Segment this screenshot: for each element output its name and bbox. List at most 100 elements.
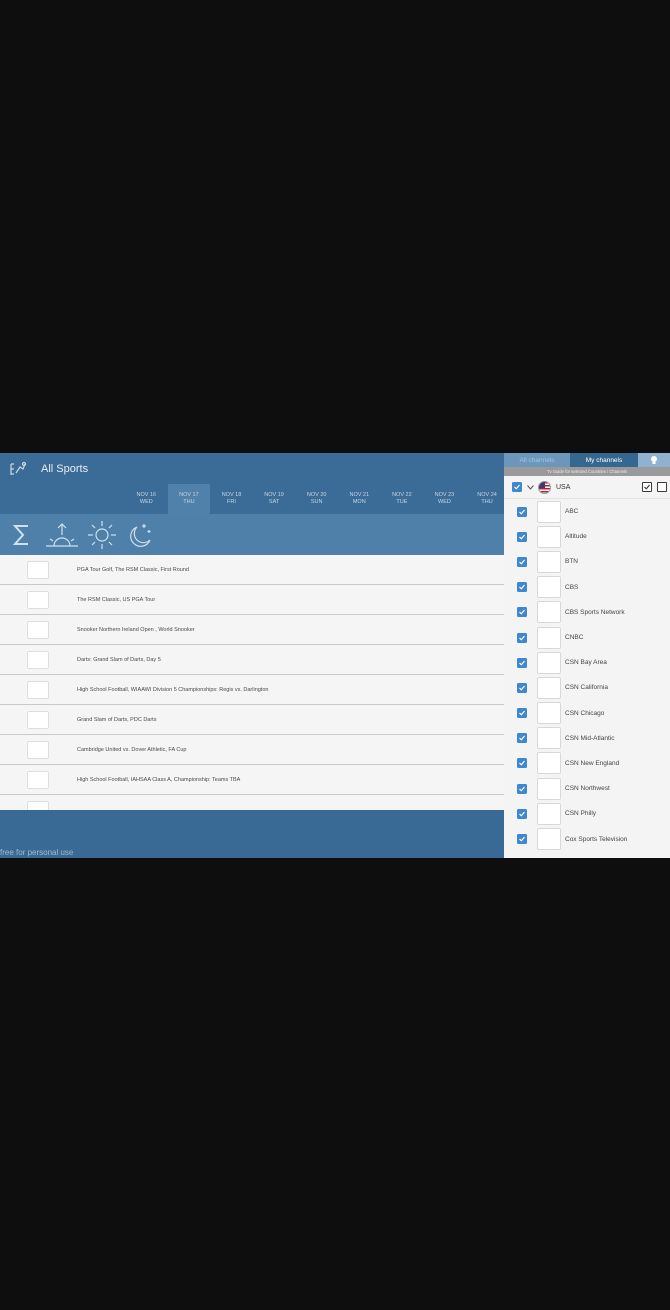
date-tab[interactable]: NOV 19 SAT <box>253 484 296 514</box>
channel-checkbox[interactable] <box>517 733 527 744</box>
channel-name: Cox Sports Television <box>565 835 628 843</box>
channel-logo-icon <box>27 710 49 729</box>
channel-checkbox[interactable] <box>517 758 527 769</box>
date-tab[interactable]: NOV 22 TUE <box>381 484 424 514</box>
channel-checkbox[interactable] <box>517 808 527 819</box>
footer: free for personal use <box>0 810 504 858</box>
country-row: USA <box>504 476 670 499</box>
date-tab[interactable]: NOV 24 THU <box>466 484 509 514</box>
channel-logo-icon <box>537 802 561 825</box>
date-tab[interactable]: NOV 17 THU <box>167 484 211 514</box>
channel-logo-icon <box>537 651 561 674</box>
channel-row[interactable]: Altitude <box>504 524 670 549</box>
channel-checkbox[interactable] <box>517 531 527 542</box>
sports-logo-icon[interactable] <box>9 461 27 477</box>
select-all-checkbox[interactable] <box>642 482 652 492</box>
tab-all-channels[interactable]: All channels <box>504 453 570 467</box>
event-row[interactable]: PGA Tour Golf, The RSM Classic, First Ro… <box>0 555 504 585</box>
channel-checkbox[interactable] <box>517 834 527 845</box>
event-row[interactable]: High School Football, IAHSAA Class A, Ch… <box>0 765 504 795</box>
channel-name: CSN Chicago <box>565 709 605 717</box>
date-tab[interactable]: NOV 23 WED <box>423 484 466 514</box>
channel-row[interactable]: CSN Northwest <box>504 776 670 801</box>
channel-row[interactable]: CNBC <box>504 625 670 650</box>
event-title: High School Football, WIAAWI Division 5 … <box>77 686 269 693</box>
event-row[interactable]: Darts: Grand Slam of Darts, Day 5 <box>0 645 504 675</box>
date-tab[interactable]: NOV 16 WED <box>125 484 168 514</box>
event-title: Grand Slam of Darts, PDC Darts <box>77 716 157 723</box>
channel-logo-icon <box>27 740 49 759</box>
country-name: USA <box>556 483 571 491</box>
event-row[interactable]: The RSM Classic, US PGA Tour <box>0 585 504 615</box>
channel-checkbox[interactable] <box>517 682 527 693</box>
channel-row[interactable]: CSN Mid-Atlantic <box>504 726 670 751</box>
channel-logo-icon <box>537 702 561 725</box>
day-label: TUE <box>396 499 408 505</box>
channel-row[interactable]: CBS <box>504 575 670 600</box>
channel-name: CSN Northwest <box>565 785 610 793</box>
channel-checkbox[interactable] <box>517 708 527 719</box>
app-window: All Sports NOV 16 WED NOV 17 THU NOV 18 FRI NO… <box>0 453 670 858</box>
channel-row[interactable]: Cox Sports Television <box>504 826 670 851</box>
sun-icon[interactable] <box>86 519 118 551</box>
bulb-icon[interactable] <box>638 453 670 467</box>
channel-checkbox[interactable] <box>517 657 527 668</box>
channel-checkbox[interactable] <box>517 607 527 618</box>
channel-checkbox[interactable] <box>517 506 527 517</box>
channel-logo-icon <box>537 525 561 548</box>
sum-icon[interactable] <box>6 519 38 551</box>
event-row[interactable]: High School Football, WIAAWI Division 5 … <box>0 675 504 705</box>
day-label: WED <box>139 499 153 505</box>
channel-name: CSN California <box>565 684 608 692</box>
channel-row[interactable]: BTN <box>504 549 670 574</box>
date-label: NOV 19 <box>264 492 284 498</box>
date-label: NOV 17 <box>179 492 199 498</box>
channel-logo-icon <box>537 500 561 523</box>
channel-name: CBS <box>565 583 579 591</box>
moon-icon[interactable] <box>124 519 156 551</box>
channel-checkbox[interactable] <box>517 632 527 643</box>
channel-name: BTN <box>565 558 578 566</box>
channel-name: ABC <box>565 508 579 516</box>
channel-row[interactable]: CSN Chicago <box>504 701 670 726</box>
date-strip: NOV 16 WED NOV 17 THU NOV 18 FRI NOV 19 SAT NOV … <box>125 484 508 514</box>
channel-checkbox[interactable] <box>517 556 527 567</box>
channel-name: CSN Bay Area <box>565 659 607 667</box>
top-bar: All Sports <box>0 453 504 484</box>
sunrise-icon[interactable] <box>44 519 80 551</box>
channel-logo-icon <box>537 601 561 624</box>
channel-row[interactable]: CSN Philly <box>504 801 670 826</box>
day-label: THU <box>183 499 195 505</box>
date-label: NOV 16 <box>136 492 157 498</box>
channel-logo-icon <box>27 680 49 699</box>
usa-flag-icon <box>538 480 551 494</box>
channel-name: CNBC <box>565 634 584 642</box>
date-label: NOV 22 <box>392 492 412 498</box>
date-tab[interactable]: NOV 20 SUN <box>295 484 338 514</box>
event-row[interactable]: Snooker Northern Ireland Open , World Sn… <box>0 615 504 645</box>
channel-list: ABC Altitude BTN CBS CBS Sports Network CNBC C… <box>504 499 670 852</box>
country-checkbox[interactable] <box>512 482 522 492</box>
channel-row[interactable]: CBS Sports Network <box>504 600 670 625</box>
panel-note: Tv Guide for selected Countries / Channe… <box>504 467 670 476</box>
channel-panel: All channels My channels Tv Guide for se… <box>504 453 670 858</box>
footer-note: free for personal use <box>0 848 74 857</box>
channel-checkbox[interactable] <box>517 582 527 593</box>
channel-row[interactable]: CSN California <box>504 675 670 700</box>
tab-my-channels[interactable]: My channels <box>570 453 638 467</box>
channel-checkbox[interactable] <box>517 783 527 794</box>
event-title: Snooker Northern Ireland Open , World Sn… <box>77 626 195 633</box>
channel-row[interactable]: ABC <box>504 499 670 524</box>
channel-name: Altitude <box>565 533 587 541</box>
date-tab[interactable]: NOV 18 FRI <box>210 484 253 514</box>
event-row[interactable]: Cambridge United vs. Dover Athletic, FA … <box>0 735 504 765</box>
event-row[interactable]: Grand Slam of Darts, PDC Darts <box>0 705 504 735</box>
channel-row[interactable]: CSN Bay Area <box>504 650 670 675</box>
channel-row[interactable]: CSN New England <box>504 751 670 776</box>
date-tab[interactable]: NOV 21 MON <box>338 484 381 514</box>
event-row[interactable] <box>0 795 504 810</box>
chevron-down-icon[interactable] <box>526 483 534 491</box>
day-label: FRI <box>227 499 236 505</box>
deselect-all-checkbox[interactable] <box>657 482 667 492</box>
event-title: PGA Tour Golf, The RSM Classic, First Ro… <box>77 566 189 573</box>
